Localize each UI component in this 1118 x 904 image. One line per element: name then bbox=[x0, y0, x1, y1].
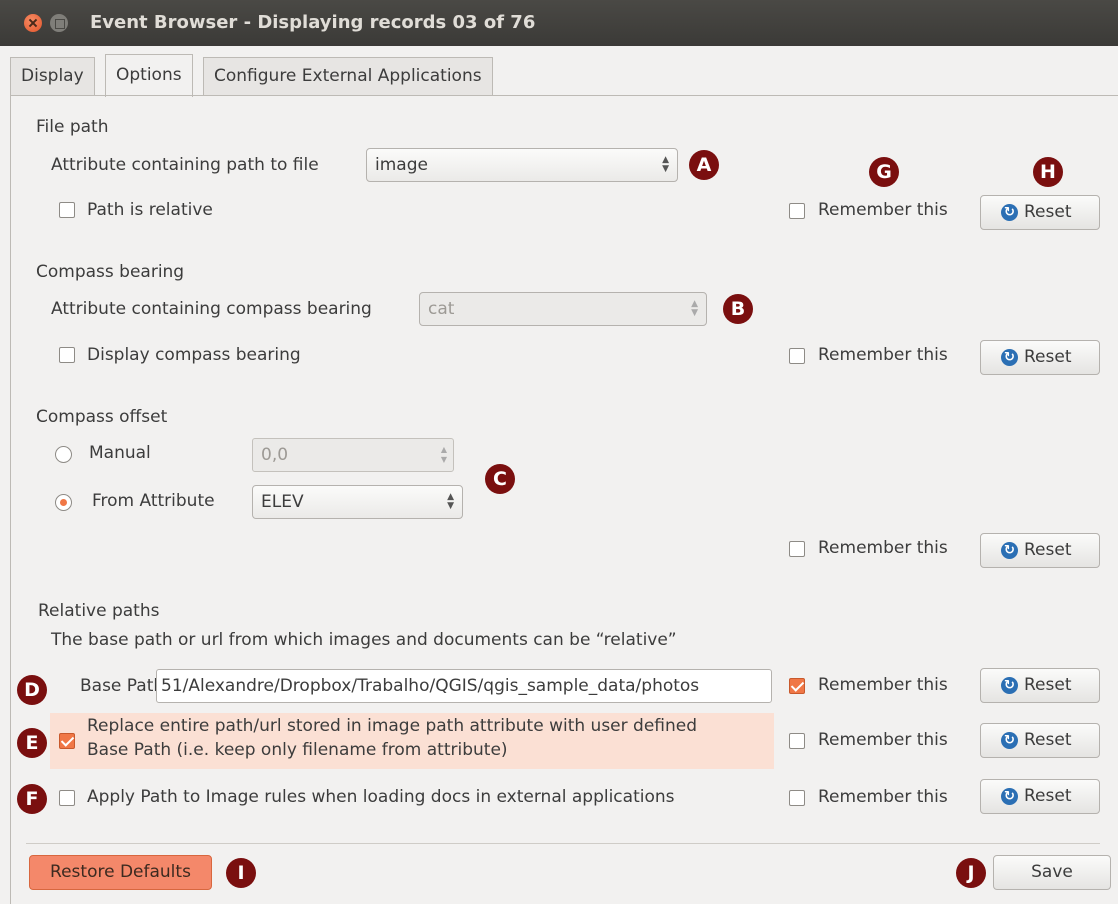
marker-f: F bbox=[17, 784, 47, 814]
manual-offset-spinbox[interactable]: 0,0 ▲ ▼ bbox=[252, 438, 454, 472]
remember-checkbox-base-path[interactable] bbox=[789, 678, 805, 694]
from-attribute-value: ELEV bbox=[261, 492, 304, 512]
reset-label: Reset bbox=[1024, 202, 1072, 222]
marker-d: D bbox=[17, 675, 47, 705]
file-path-attribute-value: image bbox=[375, 155, 428, 175]
reset-button-apply-path[interactable]: ↻ Reset bbox=[980, 779, 1100, 814]
path-is-relative-label: Path is relative bbox=[87, 200, 213, 220]
tab-configure-external-applications[interactable]: Configure External Applications bbox=[203, 57, 493, 95]
relative-paths-section-label: Relative paths bbox=[38, 601, 160, 621]
apply-path-label: Apply Path to Image rules when loading d… bbox=[87, 787, 675, 807]
marker-c: C bbox=[485, 464, 515, 494]
apply-path-checkbox[interactable] bbox=[59, 790, 75, 806]
tab-display[interactable]: Display bbox=[10, 57, 95, 95]
refresh-icon: ↻ bbox=[1001, 542, 1018, 559]
combo-arrows-icon: ▲ ▼ bbox=[662, 155, 669, 174]
refresh-icon: ↻ bbox=[1001, 732, 1018, 749]
compass-bearing-attribute-select[interactable]: cat ▲ ▼ bbox=[419, 292, 707, 326]
reset-label: Reset bbox=[1024, 347, 1072, 367]
reset-button-compass-offset[interactable]: ↻ Reset bbox=[980, 533, 1100, 568]
spin-arrows-icon: ▲ ▼ bbox=[440, 445, 447, 464]
from-attribute-radio[interactable] bbox=[55, 494, 72, 511]
base-path-label: Base Path bbox=[80, 676, 165, 696]
manual-offset-value: 0,0 bbox=[261, 445, 289, 465]
combo-arrows-icon: ▲ ▼ bbox=[447, 492, 454, 511]
remember-label: Remember this bbox=[818, 538, 948, 558]
remember-label: Remember this bbox=[818, 675, 948, 695]
remember-checkbox-file-path[interactable] bbox=[789, 203, 805, 219]
replace-path-label-line1: Replace entire path/url stored in image … bbox=[87, 716, 698, 736]
reset-label: Reset bbox=[1024, 540, 1072, 560]
remember-label: Remember this bbox=[818, 200, 948, 220]
display-compass-bearing-label: Display compass bearing bbox=[87, 345, 301, 365]
title-bar: Event Browser - Displaying records 03 of… bbox=[0, 0, 1118, 46]
reset-label: Reset bbox=[1024, 730, 1072, 750]
remember-checkbox-replace-path[interactable] bbox=[789, 733, 805, 749]
remember-checkbox-compass-offset[interactable] bbox=[789, 541, 805, 557]
refresh-icon: ↻ bbox=[1001, 788, 1018, 805]
marker-g: G bbox=[869, 157, 899, 187]
reset-label: Reset bbox=[1024, 786, 1072, 806]
marker-a: A bbox=[689, 150, 719, 180]
refresh-icon: ↻ bbox=[1001, 349, 1018, 366]
relative-paths-description: The base path or url from which images a… bbox=[51, 630, 677, 650]
marker-i: I bbox=[226, 858, 256, 888]
save-button[interactable]: Save bbox=[993, 855, 1111, 890]
marker-b: B bbox=[723, 294, 753, 324]
manual-label: Manual bbox=[89, 443, 151, 463]
tab-options[interactable]: Options bbox=[105, 54, 193, 97]
marker-j: J bbox=[956, 858, 986, 888]
reset-button-base-path[interactable]: ↻ Reset bbox=[980, 668, 1100, 703]
remember-checkbox-compass-bearing[interactable] bbox=[789, 348, 805, 364]
restore-defaults-button[interactable]: Restore Defaults bbox=[29, 855, 212, 890]
compass-offset-section-label: Compass offset bbox=[36, 407, 168, 427]
marker-h: H bbox=[1033, 157, 1063, 187]
file-path-section-label: File path bbox=[36, 117, 109, 137]
display-compass-bearing-checkbox[interactable] bbox=[59, 347, 75, 363]
reset-button-compass-bearing[interactable]: ↻ Reset bbox=[980, 340, 1100, 375]
from-attribute-select[interactable]: ELEV ▲ ▼ bbox=[252, 485, 463, 519]
reset-button-replace-path[interactable]: ↻ Reset bbox=[980, 723, 1100, 758]
bottom-divider bbox=[26, 843, 1100, 844]
replace-path-checkbox[interactable] bbox=[59, 733, 75, 749]
compass-bearing-attribute-label: Attribute containing compass bearing bbox=[51, 299, 372, 319]
compass-bearing-attribute-value: cat bbox=[428, 299, 455, 319]
remember-checkbox-apply-path[interactable] bbox=[789, 790, 805, 806]
base-path-input[interactable]: 51/Alexandre/Dropbox/Trabalho/QGIS/qgis_… bbox=[156, 669, 772, 703]
window-title: Event Browser - Displaying records 03 of… bbox=[90, 12, 536, 33]
reset-button-file-path[interactable]: ↻ Reset bbox=[980, 195, 1100, 230]
close-window-icon[interactable] bbox=[24, 14, 42, 32]
marker-e: E bbox=[17, 728, 47, 758]
compass-bearing-section-label: Compass bearing bbox=[36, 262, 185, 282]
replace-path-label-line2: Base Path (i.e. keep only filename from … bbox=[87, 740, 508, 760]
remember-label: Remember this bbox=[818, 345, 948, 365]
from-attribute-label: From Attribute bbox=[92, 491, 215, 511]
refresh-icon: ↻ bbox=[1001, 204, 1018, 221]
reset-label: Reset bbox=[1024, 675, 1072, 695]
manual-radio[interactable] bbox=[55, 446, 72, 463]
remember-label: Remember this bbox=[818, 787, 948, 807]
path-is-relative-checkbox[interactable] bbox=[59, 202, 75, 218]
refresh-icon: ↻ bbox=[1001, 677, 1018, 694]
combo-arrows-icon: ▲ ▼ bbox=[691, 299, 698, 318]
file-path-attribute-label: Attribute containing path to file bbox=[51, 155, 319, 175]
minimize-window-icon[interactable] bbox=[50, 14, 68, 32]
file-path-attribute-select[interactable]: image ▲ ▼ bbox=[366, 148, 678, 182]
remember-label: Remember this bbox=[818, 730, 948, 750]
